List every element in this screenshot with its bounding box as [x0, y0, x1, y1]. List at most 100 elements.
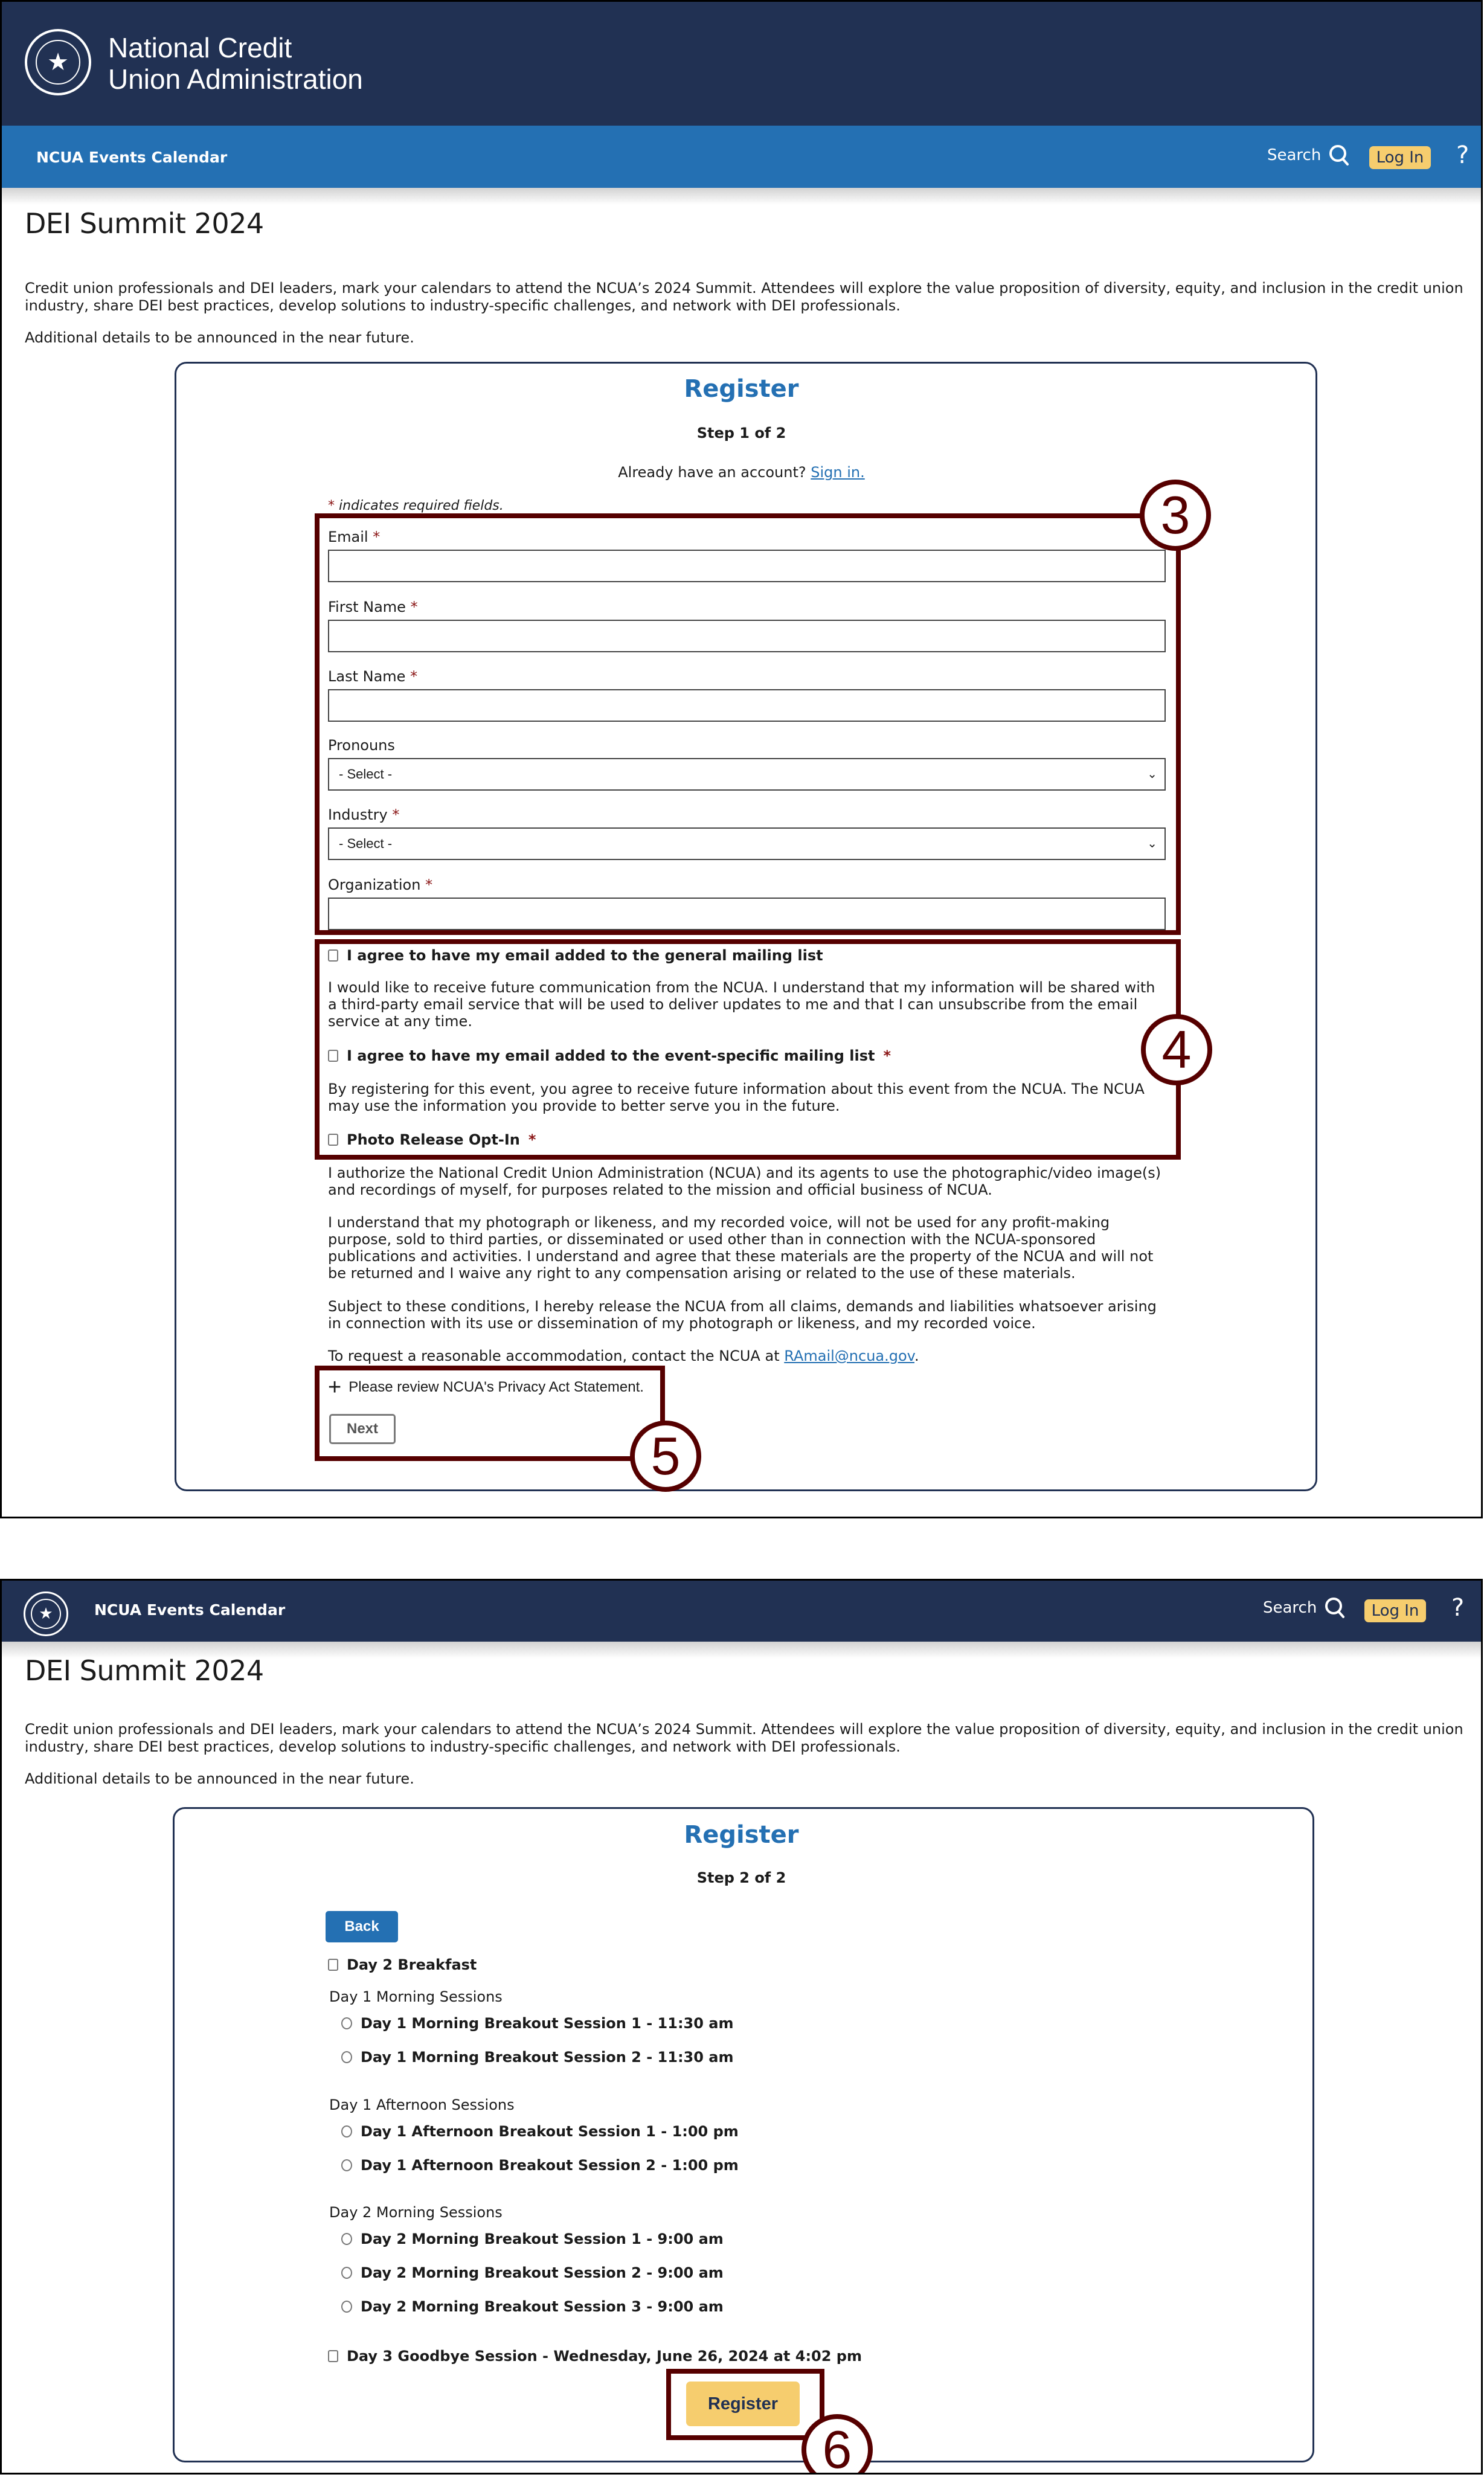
signin-prompt: Already have an account? Sign in. — [2, 464, 1481, 481]
required-asterisk: * — [528, 1131, 536, 1148]
first-name-label-text: First Name — [328, 599, 406, 615]
organization-label-text: Organization — [328, 876, 421, 893]
first-name-input[interactable] — [328, 620, 1166, 652]
general-mailing-list-checkbox[interactable] — [328, 949, 338, 962]
day3-goodbye-checkbox-row[interactable]: Day 3 Goodbye Session - Wednesday, June … — [328, 2348, 862, 2365]
registration-step2-screen: ★ NCUA Events Calendar Search Log In ? D… — [0, 1579, 1483, 2475]
photo-release-checkbox-row[interactable]: Photo Release Opt-In * — [328, 1131, 536, 1148]
pronouns-select[interactable]: - Select - ⌄ — [328, 758, 1166, 791]
search-icon — [1329, 145, 1349, 165]
industry-selected-value: - Select - — [339, 836, 393, 851]
annotation-badge-4: 4 — [1141, 1014, 1212, 1085]
search-button[interactable]: Search — [1267, 144, 1350, 167]
organization-input[interactable] — [328, 898, 1166, 930]
session-radio-row[interactable]: Day 2 Morning Breakout Session 2 - 9:00 … — [341, 2264, 724, 2281]
session-label: Day 1 Morning Breakout Session 1 - 11:30… — [361, 2015, 734, 2032]
email-input[interactable] — [328, 550, 1166, 582]
general-mailing-list-text: I would like to receive future communica… — [328, 979, 1155, 1030]
accommodation-text: To request a reasonable accommodation, c… — [328, 1347, 1168, 1364]
session-radio[interactable] — [341, 2233, 352, 2245]
last-name-label: Last Name * — [328, 668, 417, 685]
industry-select[interactable]: - Select - ⌄ — [328, 827, 1166, 860]
day1-morning-group-label: Day 1 Morning Sessions — [329, 1988, 503, 2005]
photo-release-paragraph-3: Subject to these conditions, I hereby re… — [328, 1298, 1157, 1332]
event-additional-details: Additional details to be announced in th… — [25, 329, 414, 346]
register-submit-button[interactable]: Register — [686, 2382, 800, 2426]
ncua-seal-icon[interactable]: ★ — [24, 1591, 68, 1636]
signin-link[interactable]: Sign in. — [811, 464, 864, 481]
back-button[interactable]: Back — [326, 1911, 398, 1942]
session-label: Day 1 Morning Breakout Session 2 - 11:30… — [361, 2049, 734, 2066]
page-title: DEI Summit 2024 — [25, 207, 264, 240]
required-fields-note: * indicates required fields. — [328, 498, 504, 513]
last-name-input[interactable] — [328, 689, 1166, 722]
session-radio-row[interactable]: Day 1 Afternoon Breakout Session 2 - 1:0… — [341, 2157, 739, 2174]
login-button[interactable]: Log In — [1369, 146, 1431, 169]
day2-breakfast-checkbox[interactable] — [328, 1959, 338, 1971]
session-radio[interactable] — [341, 2051, 352, 2063]
required-asterisk: * — [328, 498, 335, 513]
session-radio[interactable] — [341, 2301, 352, 2313]
register-heading: Register — [684, 375, 799, 403]
organization-label: Organization * — [328, 876, 432, 893]
session-radio-row[interactable]: Day 1 Morning Breakout Session 2 - 11:30… — [341, 2049, 734, 2066]
photo-release-label: Photo Release Opt-In — [347, 1131, 520, 1148]
email-label-text: Email — [328, 528, 368, 545]
help-icon[interactable]: ? — [1451, 1594, 1464, 1622]
signin-prompt-text: Already have an account? — [618, 464, 806, 481]
session-label: Day 2 Morning Breakout Session 2 - 9:00 … — [361, 2264, 724, 2281]
session-radio[interactable] — [341, 2267, 352, 2279]
step-indicator: Step 2 of 2 — [696, 1869, 786, 1886]
search-icon — [1325, 1598, 1345, 1618]
general-mailing-list-checkbox-row[interactable]: I agree to have my email added to the ge… — [328, 947, 823, 964]
photo-release-checkbox[interactable] — [328, 1134, 338, 1146]
session-radio-row[interactable]: Day 2 Morning Breakout Session 1 - 9:00 … — [341, 2231, 724, 2247]
event-description: Credit union professionals and DEI leade… — [25, 1721, 1463, 1755]
general-mailing-list-label: I agree to have my email added to the ge… — [347, 947, 823, 964]
session-radio-row[interactable]: Day 2 Morning Breakout Session 3 - 9:00 … — [341, 2298, 724, 2315]
privacy-statement-label: Please review NCUA's Privacy Act Stateme… — [349, 1379, 644, 1395]
session-label: Day 1 Afternoon Breakout Session 1 - 1:0… — [361, 2123, 739, 2140]
session-radio[interactable] — [341, 2017, 352, 2029]
event-mailing-list-label: I agree to have my email added to the ev… — [347, 1047, 875, 1064]
required-asterisk: * — [392, 806, 400, 823]
industry-label: Industry * — [328, 806, 399, 823]
session-radio[interactable] — [341, 2125, 352, 2138]
page-title: DEI Summit 2024 — [25, 1654, 264, 1687]
annotation-badge-5: 5 — [630, 1421, 701, 1492]
events-calendar-link[interactable]: NCUA Events Calendar — [94, 1601, 285, 1619]
search-label: Search — [1267, 146, 1322, 164]
session-radio-row[interactable]: Day 1 Morning Breakout Session 1 - 11:30… — [341, 2015, 734, 2032]
event-mailing-list-checkbox-row[interactable]: I agree to have my email added to the ev… — [328, 1047, 891, 1064]
event-mailing-list-checkbox[interactable] — [328, 1050, 338, 1062]
session-label: Day 1 Afternoon Breakout Session 2 - 1:0… — [361, 2157, 739, 2174]
annotation-badge-3: 3 — [1140, 480, 1211, 551]
accommodation-email-link[interactable]: RAmail@ncua.gov — [784, 1347, 914, 1364]
chevron-down-icon: ⌄ — [1147, 837, 1157, 850]
login-button[interactable]: Log In — [1364, 1599, 1426, 1622]
day2-breakfast-checkbox-row[interactable]: Day 2 Breakfast — [328, 1956, 477, 1973]
required-note-text: indicates required fields. — [339, 498, 504, 513]
compact-header: ★ NCUA Events Calendar Search Log In ? — [2, 1581, 1481, 1642]
accommodation-suffix: . — [914, 1347, 919, 1364]
chevron-down-icon: ⌄ — [1147, 768, 1157, 781]
org-name[interactable]: National Credit Union Administration — [108, 32, 363, 95]
last-name-label-text: Last Name — [328, 668, 406, 685]
first-name-label: First Name * — [328, 599, 418, 615]
help-icon[interactable]: ? — [1456, 141, 1469, 169]
ncua-seal-icon[interactable]: ★ — [25, 29, 91, 95]
session-radio-row[interactable]: Day 1 Afternoon Breakout Session 1 - 1:0… — [341, 2123, 739, 2140]
day3-goodbye-checkbox[interactable] — [328, 2350, 338, 2362]
register-heading: Register — [684, 1821, 799, 1849]
search-button[interactable]: Search — [1263, 1596, 1346, 1619]
session-label: Day 2 Morning Breakout Session 3 - 9:00 … — [361, 2298, 724, 2315]
privacy-statement-toggle[interactable]: + Please review NCUA's Privacy Act State… — [328, 1376, 644, 1399]
events-calendar-link[interactable]: NCUA Events Calendar — [36, 149, 227, 166]
search-label: Search — [1263, 1599, 1317, 1617]
accommodation-prefix: To request a reasonable accommodation, c… — [328, 1347, 780, 1364]
org-name-line1: National Credit — [108, 32, 292, 63]
next-button[interactable]: Next — [329, 1414, 396, 1444]
brand-header: ★ National Credit Union Administration — [2, 2, 1481, 126]
session-radio[interactable] — [341, 2159, 352, 2171]
photo-release-paragraph-2: I understand that my photograph or liken… — [328, 1214, 1154, 1282]
